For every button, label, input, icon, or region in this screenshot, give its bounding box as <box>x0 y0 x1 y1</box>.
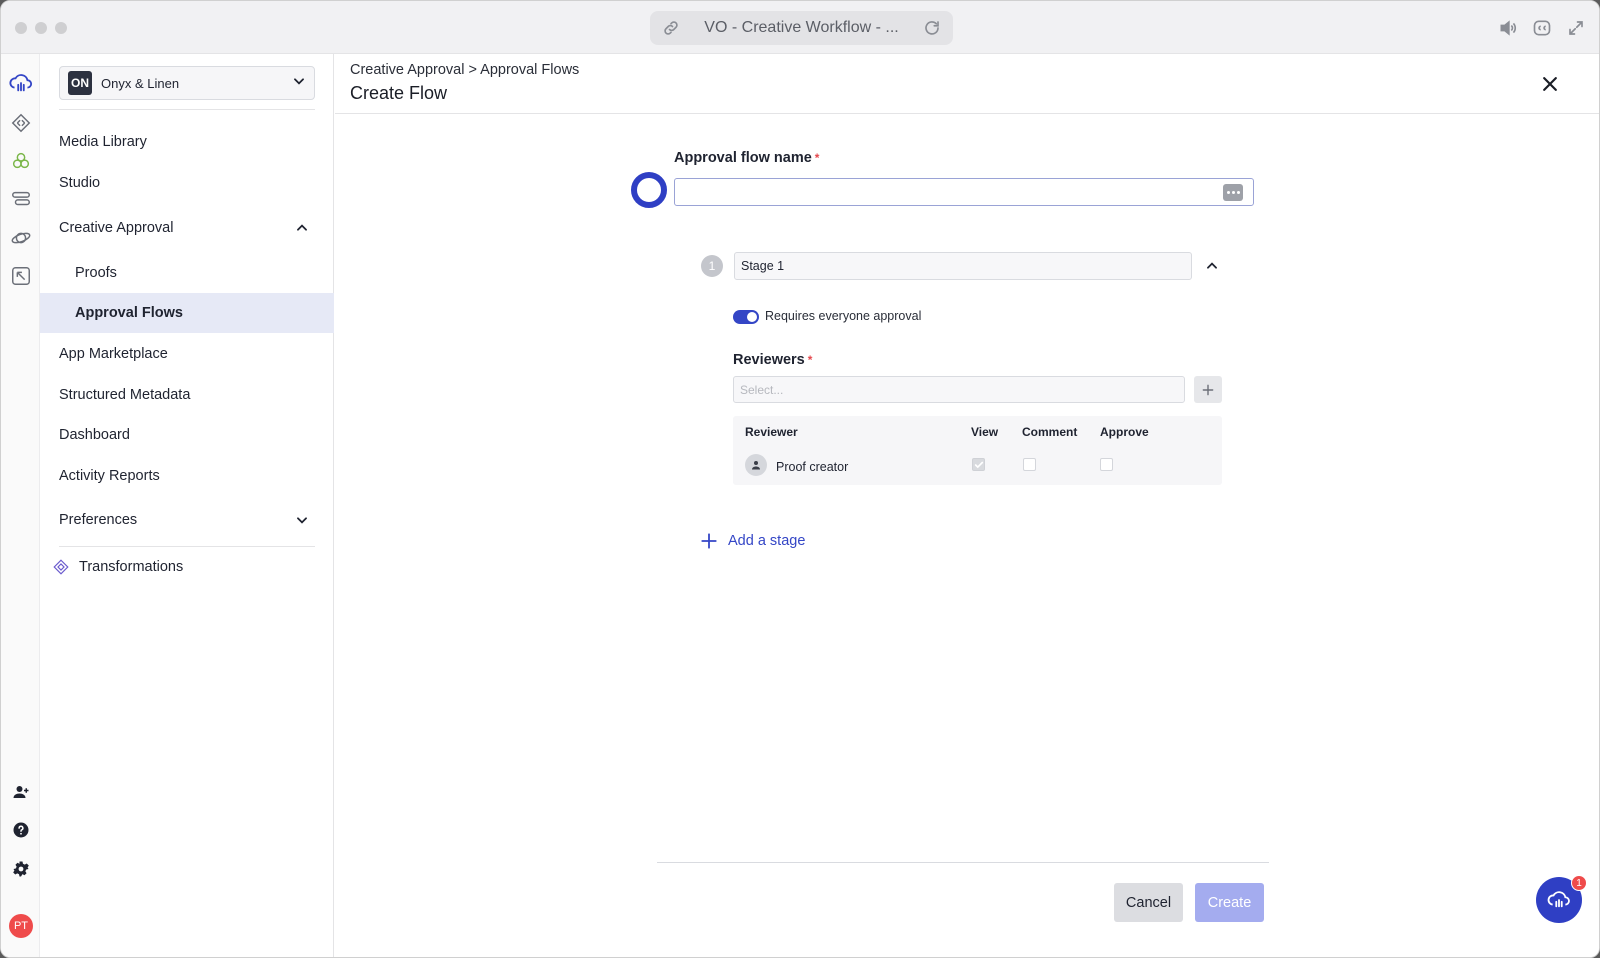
flow-name-label: Approval flow name * <box>674 150 819 166</box>
reviewer-name: Proof creator <box>776 460 849 474</box>
close-window-dot[interactable] <box>15 22 27 34</box>
arrow-pointer-icon[interactable] <box>9 264 33 288</box>
more-dots-icon[interactable] <box>1223 184 1243 201</box>
person-icon <box>745 454 767 476</box>
chevron-down-icon <box>292 74 306 93</box>
sidebar-item-label: Structured Metadata <box>59 387 191 403</box>
notification-badge: 1 <box>1571 875 1587 891</box>
sidebar-item-creative-approval[interactable]: Creative Approval <box>40 208 334 248</box>
requires-everyone-toggle[interactable] <box>733 310 759 324</box>
sidebar-item-activity-reports[interactable]: Activity Reports <box>40 456 334 496</box>
reload-icon[interactable] <box>923 19 941 37</box>
sidebar-item-studio[interactable]: Studio <box>40 163 334 203</box>
transformations-icon <box>52 558 70 576</box>
plus-icon <box>701 533 717 549</box>
cancel-button[interactable]: Cancel <box>1114 883 1183 922</box>
column-header-approve: Approve <box>1100 425 1149 439</box>
chevron-up-icon <box>1207 262 1217 269</box>
required-mark: * <box>807 353 813 367</box>
required-mark: * <box>814 151 820 165</box>
captions-icon[interactable] <box>1531 17 1553 39</box>
sidebar-item-label: App Marketplace <box>59 346 168 362</box>
settings-icon[interactable] <box>9 857 33 881</box>
create-button[interactable]: Create <box>1195 883 1264 922</box>
comment-checkbox[interactable] <box>1023 458 1036 471</box>
plus-icon <box>1202 384 1214 395</box>
cloud-logo-icon[interactable] <box>9 71 33 95</box>
page-header: Creative Approval > Approval Flows Creat… <box>335 54 1599 114</box>
window-title: VO - Creative Workflow - ... <box>704 19 899 36</box>
column-header-reviewer: Reviewer <box>745 425 798 439</box>
column-header-view: View <box>971 425 999 439</box>
main-content: Creative Approval > Approval Flows Creat… <box>335 54 1599 957</box>
sidebar-item-media-library[interactable]: Media Library <box>40 122 334 162</box>
sidebar-item-transformations[interactable]: Transformations <box>40 547 334 587</box>
sidebar-item-label: Proofs <box>75 265 117 281</box>
reviewers-select[interactable]: Select... <box>733 376 1185 403</box>
chevron-down-icon <box>294 512 310 528</box>
column-header-comment: Comment <box>1022 425 1078 439</box>
sidebar-item-app-marketplace[interactable]: App Marketplace <box>40 334 334 374</box>
view-checkbox <box>972 458 985 471</box>
sidebar-item-label: Preferences <box>59 512 138 528</box>
org-selector[interactable]: ON Onyx & Linen <box>59 66 315 100</box>
reviewers-label-text: Reviewers <box>733 352 805 368</box>
add-reviewer-button[interactable] <box>1194 376 1222 403</box>
url-bar[interactable]: VO - Creative Workflow - ... <box>650 11 953 45</box>
fullscreen-icon[interactable] <box>1565 17 1587 39</box>
add-stage-button[interactable]: Add a stage <box>700 532 805 550</box>
sidebar-item-label: Creative Approval <box>59 220 174 236</box>
reviewers-label: Reviewers * <box>733 352 812 368</box>
page-title: Create Flow <box>350 83 448 103</box>
sidebar-divider <box>59 109 315 110</box>
focus-indicator <box>631 172 667 208</box>
title-bar: VO - Creative Workflow - ... <box>1 1 1599 54</box>
sidebar-item-label: Media Library <box>59 134 147 150</box>
footer-divider <box>657 862 1269 863</box>
flow-name-input[interactable] <box>674 178 1254 206</box>
app-window: VO - Creative Workflow - ... PT ON Onyx … <box>0 0 1600 958</box>
sidebar-item-label: Studio <box>59 175 101 191</box>
triple-circle-icon[interactable] <box>9 149 33 173</box>
zoom-window-dot[interactable] <box>55 22 67 34</box>
sidebar-item-dashboard[interactable]: Dashboard <box>40 415 334 455</box>
org-badge: ON <box>68 71 92 95</box>
sidebar-item-label: Activity Reports <box>59 468 160 484</box>
close-button[interactable] <box>1537 71 1563 97</box>
stage-number: 1 <box>701 255 723 277</box>
reviewers-table: Reviewer View Comment Approve Proof crea… <box>733 416 1222 485</box>
code-diamond-icon[interactable] <box>9 111 33 135</box>
minimize-window-dot[interactable] <box>35 22 47 34</box>
sidebar-item-proofs[interactable]: Proofs <box>40 253 334 293</box>
flow-name-label-text: Approval flow name <box>674 150 812 166</box>
user-avatar[interactable]: PT <box>9 914 33 938</box>
chevron-up-icon <box>294 220 310 236</box>
stack-list-icon[interactable] <box>9 187 33 211</box>
add-user-icon[interactable] <box>9 780 33 804</box>
collapse-stage-button[interactable] <box>1203 257 1221 275</box>
stage-name-input[interactable]: Stage 1 <box>734 252 1192 280</box>
sidebar-item-approval-flows[interactable]: Approval Flows <box>40 293 334 333</box>
close-icon <box>1543 77 1557 91</box>
sidebar-item-structured-metadata[interactable]: Structured Metadata <box>40 375 334 415</box>
add-stage-label: Add a stage <box>728 533 806 549</box>
link-icon <box>662 19 680 37</box>
sidebar-item-label: Dashboard <box>59 427 130 443</box>
speaker-icon[interactable] <box>1497 17 1519 39</box>
breadcrumb[interactable]: Creative Approval > Approval Flows <box>350 62 579 78</box>
app-rail: PT <box>1 54 40 957</box>
planet-icon[interactable] <box>9 226 33 250</box>
requires-everyone-label: Requires everyone approval <box>765 309 922 323</box>
org-name: Onyx & Linen <box>101 75 180 91</box>
approve-checkbox[interactable] <box>1100 458 1113 471</box>
sidebar: ON Onyx & Linen Media Library Studio Cre… <box>40 54 334 957</box>
sidebar-item-label: Transformations <box>79 559 184 575</box>
sidebar-item-label: Approval Flows <box>75 305 183 321</box>
cloud-chat-icon <box>1547 891 1570 908</box>
sidebar-item-preferences[interactable]: Preferences <box>40 500 334 540</box>
help-icon[interactable] <box>9 818 33 842</box>
